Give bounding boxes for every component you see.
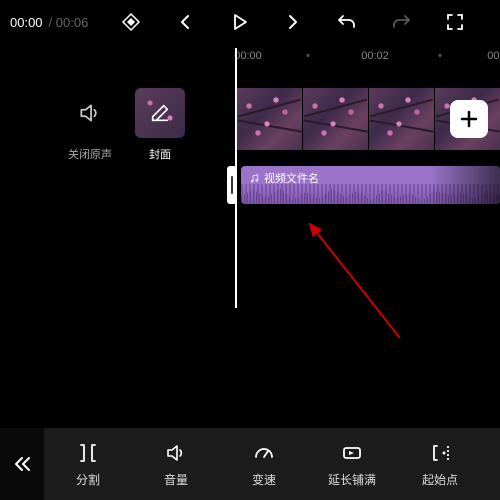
ruler-dot bbox=[307, 54, 310, 57]
tool-start-point[interactable]: 起始点 bbox=[396, 441, 484, 488]
extend-icon bbox=[340, 441, 364, 465]
tool-split[interactable]: 分割 bbox=[44, 441, 132, 488]
annotation-arrow bbox=[300, 218, 420, 348]
tool-label: 变速 bbox=[252, 471, 276, 488]
keyframe-icon[interactable] bbox=[120, 11, 142, 33]
prev-icon[interactable] bbox=[174, 11, 196, 33]
ruler-dot bbox=[439, 54, 442, 57]
chevron-double-left-icon bbox=[11, 453, 33, 475]
audio-clip-label: 视频文件名 bbox=[264, 170, 319, 186]
collapse-toolbar-button[interactable] bbox=[0, 428, 44, 500]
edit-icon bbox=[149, 102, 171, 124]
undo-icon[interactable] bbox=[336, 11, 358, 33]
music-note-icon bbox=[249, 173, 260, 184]
time-separator: / bbox=[49, 15, 56, 30]
audio-track[interactable]: 视频文件名 bbox=[241, 166, 500, 204]
tool-label: 起始点 bbox=[422, 471, 458, 488]
plus-icon bbox=[459, 109, 479, 129]
cover-label: 封面 bbox=[149, 146, 171, 162]
mute-original-audio-button[interactable]: 关闭原声 bbox=[60, 88, 120, 162]
video-clip-thumbnail bbox=[369, 88, 434, 150]
speaker-icon bbox=[77, 100, 103, 126]
playhead-total-time: / 00:06 bbox=[49, 15, 89, 30]
video-clip-thumbnail bbox=[237, 88, 302, 150]
add-clip-button[interactable] bbox=[450, 100, 488, 138]
video-clip-thumbnail bbox=[303, 88, 368, 150]
tool-extend-fill[interactable]: 延长铺满 bbox=[308, 441, 396, 488]
playhead-current-time: 00:00 bbox=[10, 15, 43, 30]
mute-label: 关闭原声 bbox=[68, 146, 112, 162]
tool-speed[interactable]: 变速 bbox=[220, 441, 308, 488]
playhead[interactable] bbox=[235, 48, 237, 308]
ruler-tick: 00:02 bbox=[361, 50, 389, 62]
split-icon bbox=[76, 441, 100, 465]
tool-label: 音量 bbox=[164, 471, 188, 488]
fullscreen-icon[interactable] bbox=[444, 11, 466, 33]
next-icon[interactable] bbox=[282, 11, 304, 33]
play-icon[interactable] bbox=[228, 11, 250, 33]
tool-label: 分割 bbox=[76, 471, 100, 488]
ruler-tick: 00:00 bbox=[234, 50, 262, 62]
total-time-value: 00:06 bbox=[56, 15, 89, 30]
start-point-icon bbox=[428, 441, 452, 465]
tool-delete[interactable]: 删 bbox=[484, 441, 500, 488]
timeline-ruler[interactable]: 00:00 00:02 00:0 bbox=[0, 50, 500, 78]
tool-volume[interactable]: 音量 bbox=[132, 441, 220, 488]
cover-edit-button[interactable]: 封面 bbox=[130, 88, 190, 162]
redo-icon bbox=[390, 11, 412, 33]
volume-icon bbox=[164, 441, 188, 465]
tool-label: 延长铺满 bbox=[328, 471, 376, 488]
ruler-tick: 00:0 bbox=[487, 50, 500, 62]
speed-icon bbox=[252, 441, 276, 465]
